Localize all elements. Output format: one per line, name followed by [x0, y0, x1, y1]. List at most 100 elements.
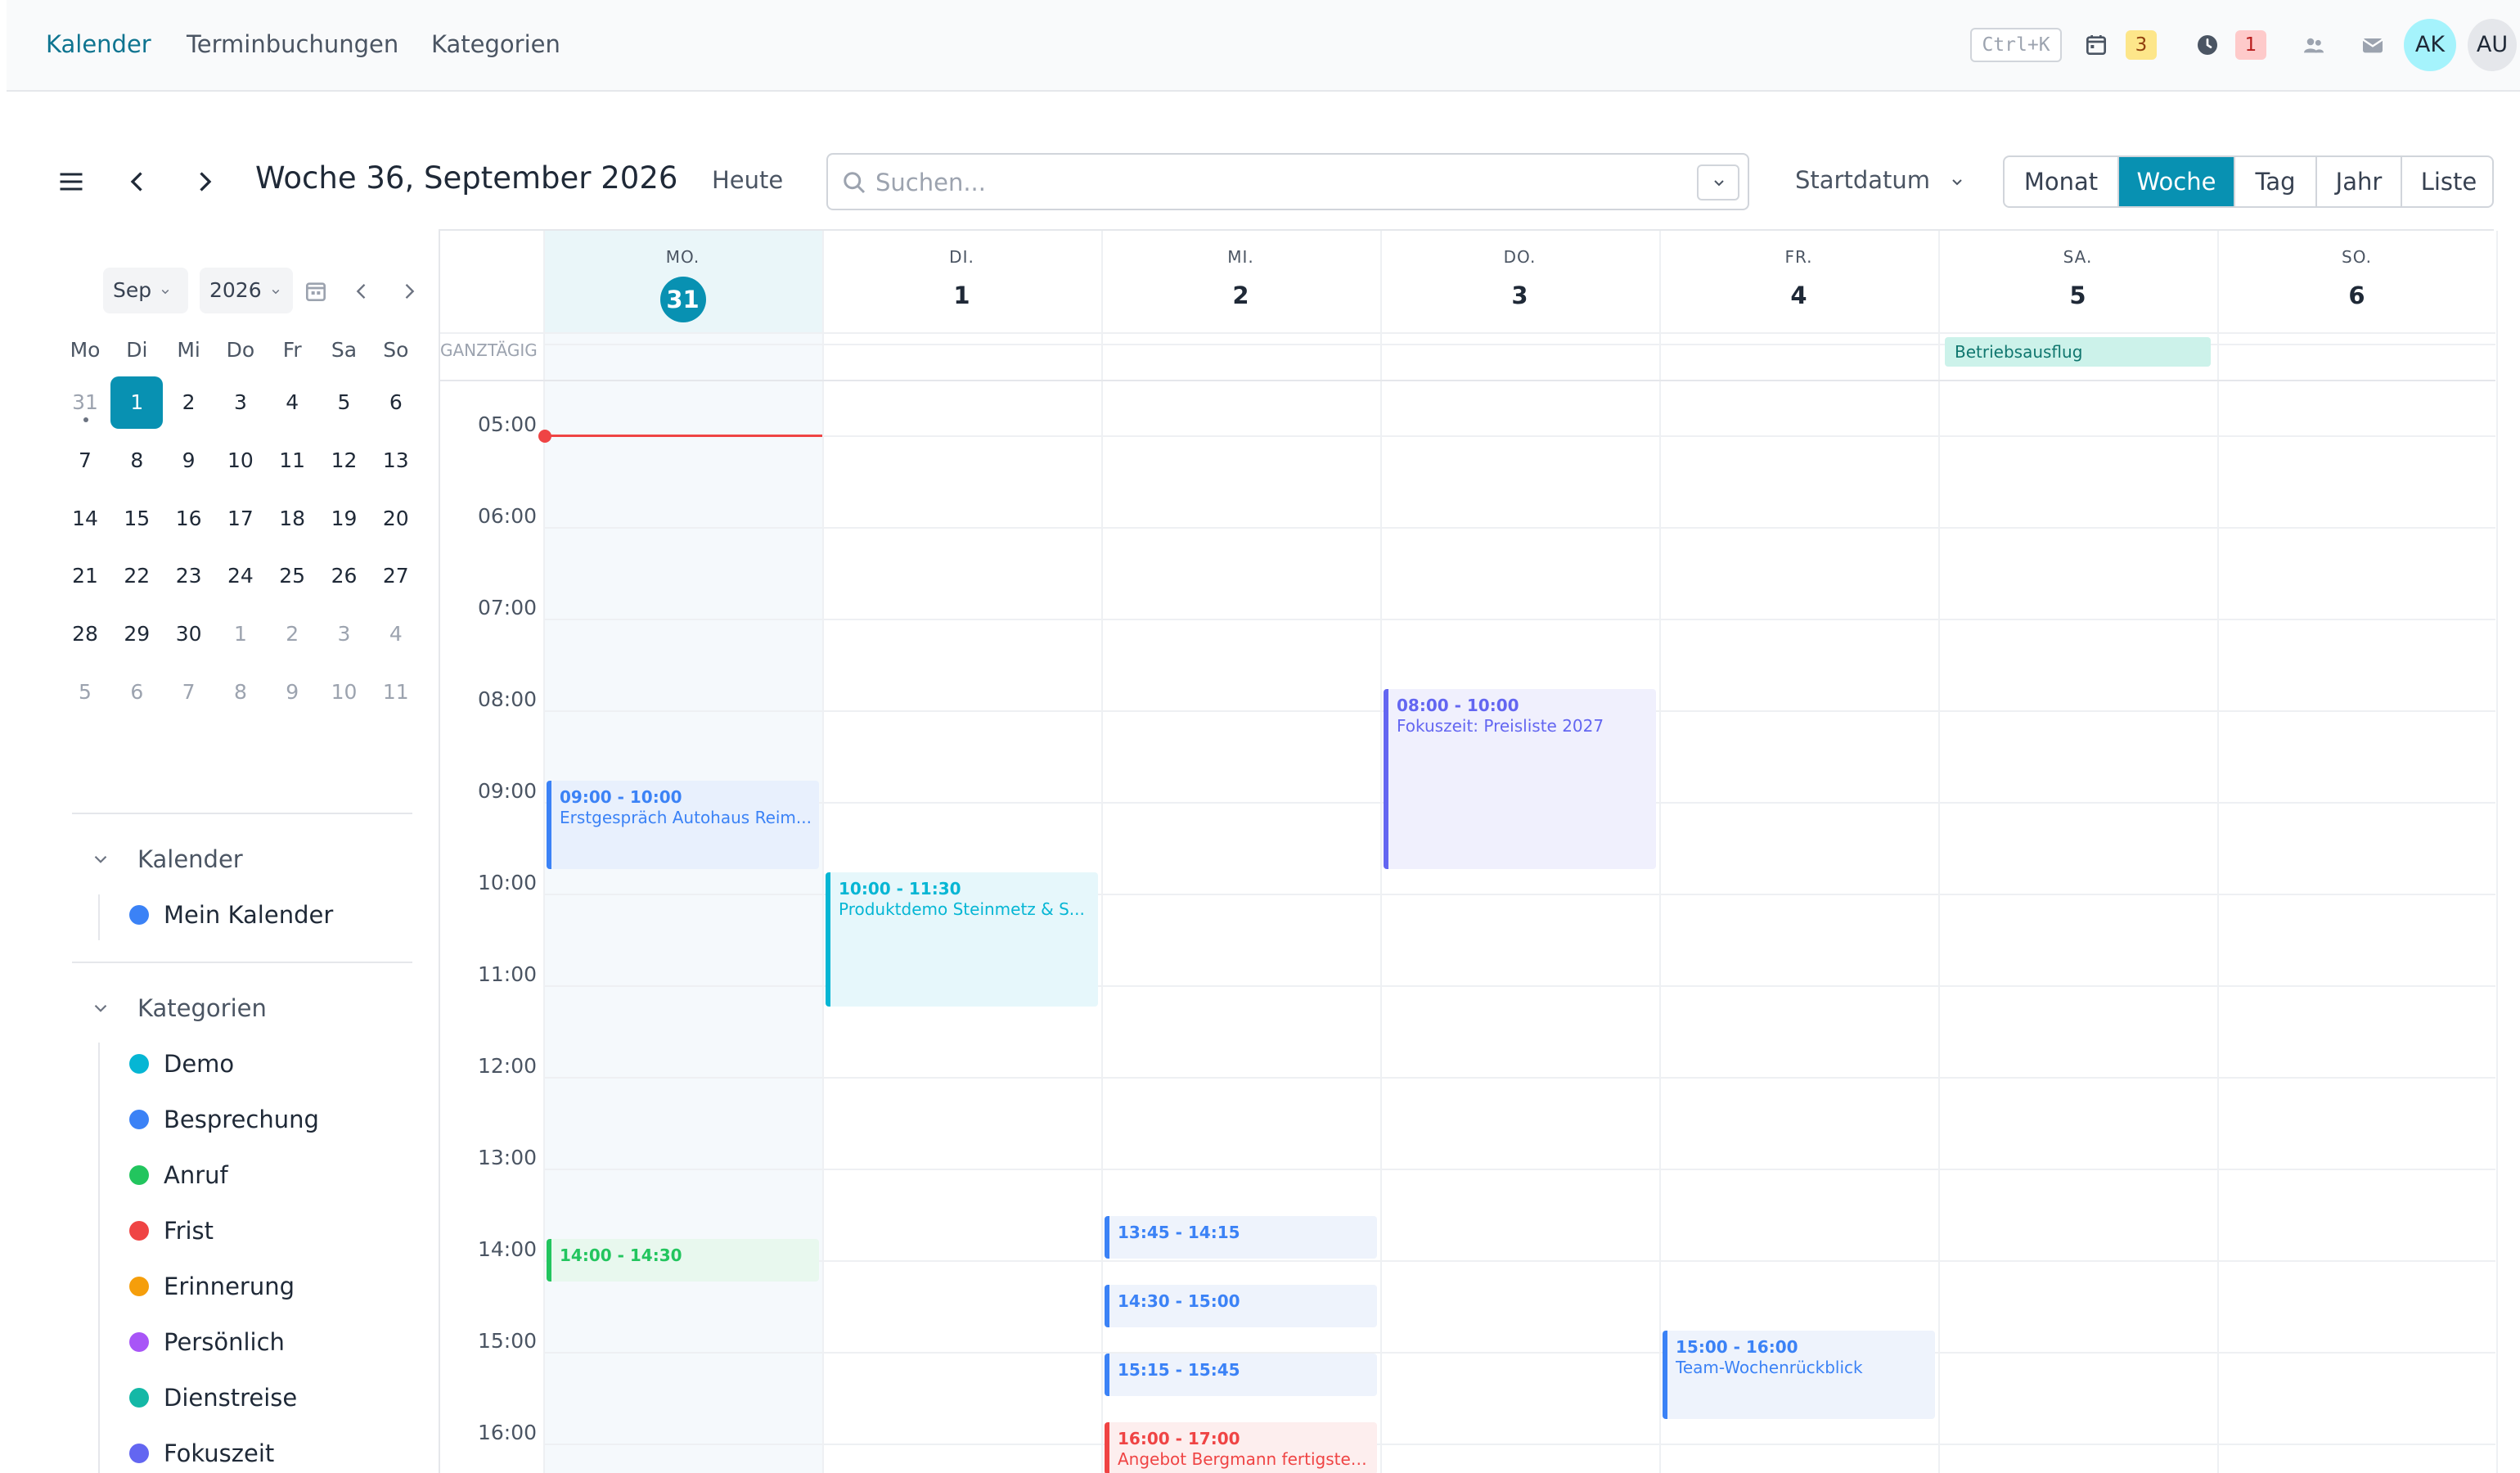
chevron-down-icon[interactable]	[90, 998, 111, 1019]
mini-day[interactable]: 20	[370, 493, 422, 545]
day-header[interactable]: MI. 2	[1101, 231, 1380, 332]
calendar-event[interactable]: 14:00 - 14:30	[547, 1239, 819, 1282]
today-button[interactable]: Heute	[712, 165, 783, 195]
calendar-event[interactable]: 09:00 - 10:00 Erstgespräch Autohaus Reim.…	[547, 781, 819, 869]
mini-month-select[interactable]: Sep	[103, 268, 188, 313]
mini-day[interactable]: 4	[266, 376, 318, 429]
menu-icon[interactable]	[56, 167, 87, 196]
mini-day[interactable]: 9	[163, 435, 215, 487]
category-item[interactable]: Demo	[164, 1049, 234, 1079]
clock-icon[interactable]	[2194, 32, 2221, 58]
search-input[interactable]	[875, 164, 1661, 200]
calendar-event[interactable]: 15:15 - 15:45	[1105, 1354, 1377, 1396]
mini-day[interactable]: 11	[266, 435, 318, 487]
day-header[interactable]: MO. 31	[543, 231, 822, 332]
mini-day[interactable]: 5	[318, 376, 371, 429]
mini-day[interactable]: 11	[370, 666, 422, 718]
chevron-down-icon[interactable]	[90, 849, 111, 870]
mini-day[interactable]: 8	[110, 435, 163, 487]
avatar-au[interactable]: AU	[2468, 19, 2517, 71]
category-item[interactable]: Anruf	[164, 1160, 228, 1190]
mini-day[interactable]: 14	[59, 493, 111, 545]
mini-day[interactable]: 16	[163, 493, 215, 545]
mini-day[interactable]: 9	[266, 666, 318, 718]
mini-day[interactable]: 3	[214, 376, 267, 429]
category-item[interactable]: Frist	[164, 1216, 214, 1246]
nav-tab-kalender[interactable]: Kalender	[46, 29, 151, 59]
day-header[interactable]: SA. 5	[1938, 231, 2217, 332]
mini-day[interactable]: 3	[318, 608, 371, 660]
mini-next-month-icon[interactable]	[398, 280, 421, 303]
search-filter-dropdown[interactable]	[1697, 164, 1739, 200]
mini-day[interactable]: 27	[370, 550, 422, 602]
categories-section-title[interactable]: Kategorien	[137, 993, 267, 1023]
view-tag-button[interactable]: Tag	[2235, 157, 2317, 206]
avatar-ak[interactable]: AK	[2404, 19, 2456, 71]
mini-day[interactable]: 8	[214, 666, 267, 718]
mini-day[interactable]: 22	[110, 550, 163, 602]
category-item[interactable]: Persönlich	[164, 1327, 285, 1357]
mini-day[interactable]: 12	[318, 435, 371, 487]
calendar-event[interactable]: 16:00 - 17:00 Angebot Bergmann fertigstel…	[1105, 1422, 1377, 1473]
mini-day[interactable]: 2	[163, 376, 215, 429]
mini-day[interactable]: 21	[59, 550, 111, 602]
mini-day[interactable]: 2	[266, 608, 318, 660]
mini-day[interactable]: 4	[370, 608, 422, 660]
mini-day[interactable]: 6	[110, 666, 163, 718]
mini-prev-month-icon[interactable]	[350, 280, 373, 303]
mini-day[interactable]: 10	[318, 666, 371, 718]
mini-day[interactable]: 18	[266, 493, 318, 545]
nav-tab-terminbuchungen[interactable]: Terminbuchungen	[187, 29, 398, 59]
mail-icon[interactable]	[2360, 32, 2386, 58]
calendars-section-title[interactable]: Kalender	[137, 845, 243, 874]
nav-tab-kategorien[interactable]: Kategorien	[431, 29, 560, 59]
mini-day[interactable]: 7	[163, 666, 215, 718]
mini-day[interactable]: 10	[214, 435, 267, 487]
calendar-event[interactable]: 15:00 - 16:00 Team-Wochenrückblick	[1663, 1331, 1935, 1419]
allday-event[interactable]: Betriebsausflug	[1945, 337, 2211, 367]
mini-day[interactable]: 19	[318, 493, 371, 545]
calendar-event[interactable]: 13:45 - 14:15	[1105, 1216, 1377, 1259]
mini-day[interactable]: 5	[59, 666, 111, 718]
calendar-event[interactable]: 08:00 - 10:00 Fokuszeit: Preisliste 2027	[1384, 689, 1656, 869]
users-icon[interactable]	[2301, 32, 2327, 58]
day-header[interactable]: DI. 1	[822, 231, 1101, 332]
chevron-right-icon[interactable]	[190, 167, 219, 196]
mini-day[interactable]: 30	[163, 608, 215, 660]
mini-day[interactable]: 28	[59, 608, 111, 660]
mini-year-select[interactable]: 2026	[200, 268, 293, 313]
mini-day[interactable]: 29	[110, 608, 163, 660]
mini-day[interactable]: 1	[110, 376, 164, 429]
calendar-icon[interactable]	[2083, 32, 2109, 58]
event-title: Fokuszeit: Preisliste 2027	[1397, 716, 1604, 736]
category-item[interactable]: Fokuszeit	[164, 1439, 274, 1468]
mini-day[interactable]: 7	[59, 435, 111, 487]
calendar-event[interactable]: 10:00 - 11:30 Produktdemo Steinmetz & S..…	[826, 872, 1098, 1007]
mini-day[interactable]: 17	[214, 493, 267, 545]
mini-day[interactable]: 24	[214, 550, 267, 602]
category-item[interactable]: Dienstreise	[164, 1383, 297, 1412]
day-header[interactable]: FR. 4	[1659, 231, 1938, 332]
view-monat-button[interactable]: Monat	[2005, 157, 2119, 206]
category-item[interactable]: Besprechung	[164, 1105, 319, 1134]
day-header[interactable]: DO. 3	[1380, 231, 1659, 332]
view-woche-button[interactable]: Woche	[2119, 157, 2235, 206]
view-liste-button[interactable]: Liste	[2402, 157, 2492, 206]
calendar-today-icon[interactable]	[303, 278, 329, 304]
mini-day[interactable]: 26	[318, 550, 371, 602]
calendar-event[interactable]: 14:30 - 15:00	[1105, 1285, 1377, 1327]
mini-day[interactable]: 15	[110, 493, 163, 545]
mini-day[interactable]: 25	[266, 550, 318, 602]
mini-day[interactable]: 6	[370, 376, 422, 429]
day-header[interactable]: SO. 6	[2217, 231, 2496, 332]
chevron-left-icon[interactable]	[123, 167, 152, 196]
sidebar-divider	[72, 962, 412, 963]
sort-dropdown[interactable]: Startdatum	[1795, 165, 1967, 195]
mini-day[interactable]: 1	[214, 608, 267, 660]
category-item[interactable]: Erinnerung	[164, 1272, 295, 1301]
mini-day[interactable]: 13	[370, 435, 422, 487]
view-jahr-button[interactable]: Jahr	[2317, 157, 2402, 206]
command-palette-shortcut[interactable]: Ctrl+K	[1970, 28, 2062, 62]
mini-day[interactable]: 23	[163, 550, 215, 602]
calendar-item[interactable]: Mein Kalender	[164, 900, 333, 930]
